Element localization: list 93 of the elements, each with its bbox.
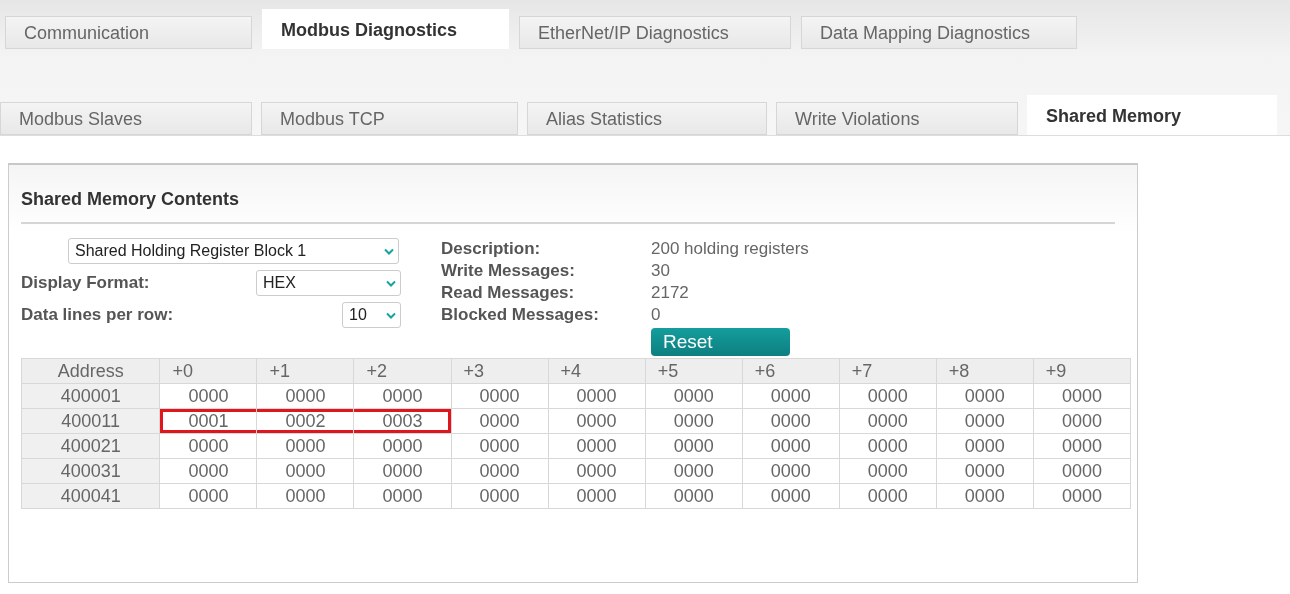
info-value: 2172 <box>651 282 690 304</box>
table-cell: 0000 <box>839 408 937 434</box>
table-cell: 0000 <box>159 433 257 459</box>
tab[interactable]: Modbus Diagnostics <box>262 9 509 49</box>
info-value: 200 holding registers <box>651 238 809 260</box>
info-label: Blocked Messages: <box>441 304 600 326</box>
chevron-icon <box>386 279 396 287</box>
tab[interactable]: Write Violations <box>776 102 1018 135</box>
table-cell: 0000 <box>645 483 743 509</box>
table-cell: 400001 <box>21 383 160 409</box>
info-label: Description: <box>441 238 542 260</box>
table-cell: 0000 <box>1033 483 1131 509</box>
table-cell: 0000 <box>742 383 840 409</box>
table-cell: 0000 <box>256 458 354 484</box>
column-header: +3 <box>451 358 549 384</box>
table-cell: 0000 <box>1033 383 1131 409</box>
table-cell: 0000 <box>159 458 257 484</box>
column-header: +7 <box>839 358 937 384</box>
panel-title: Shared Memory Contents <box>21 189 240 210</box>
table-cell: 0000 <box>548 433 646 459</box>
table-cell: 0000 <box>354 383 452 409</box>
table-cell: 0000 <box>936 408 1034 434</box>
tab[interactable]: Alias Statistics <box>527 102 767 135</box>
table-cell: 0000 <box>839 383 937 409</box>
table-cell: 0000 <box>159 483 257 509</box>
table-cell: 0000 <box>451 483 549 509</box>
table-cell: 0000 <box>159 383 257 409</box>
table-cell: 0000 <box>451 383 549 409</box>
table-cell: 0000 <box>936 383 1034 409</box>
column-header: +8 <box>936 358 1034 384</box>
table-cell: 0000 <box>742 408 840 434</box>
table-cell: 400031 <box>21 458 160 484</box>
table-cell: 0000 <box>451 458 549 484</box>
table-cell: 0000 <box>256 483 354 509</box>
table-cell: 0000 <box>1033 408 1131 434</box>
tab[interactable]: Communication <box>5 16 252 49</box>
column-header: +5 <box>645 358 743 384</box>
lines-dropdown[interactable]: 10 <box>342 302 401 328</box>
table-cell: 0000 <box>936 458 1034 484</box>
table-cell: 400041 <box>21 483 160 509</box>
chevron-icon <box>386 311 396 319</box>
format-dropdown[interactable]: HEX <box>256 270 401 296</box>
table-cell: 0000 <box>645 408 743 434</box>
chevron-icon <box>384 247 394 255</box>
table-cell: 0000 <box>1033 433 1131 459</box>
table-cell: 0000 <box>936 483 1034 509</box>
table-cell: 0000 <box>354 458 452 484</box>
field-label: Display Format: <box>21 273 150 293</box>
column-header: +4 <box>548 358 646 384</box>
table-cell: 400021 <box>21 433 160 459</box>
table-cell: 0003 <box>354 408 452 434</box>
table-cell: 400011 <box>21 408 160 434</box>
table-cell: 0001 <box>159 408 257 434</box>
table-cell: 0000 <box>645 383 743 409</box>
table-cell: 0000 <box>548 483 646 509</box>
table-cell: 0000 <box>742 483 840 509</box>
table-cell: 0002 <box>256 408 354 434</box>
info-label: Write Messages: <box>441 260 576 282</box>
column-header: +6 <box>742 358 840 384</box>
table-cell: 0000 <box>839 458 937 484</box>
table-cell: 0000 <box>548 408 646 434</box>
table-cell: 0000 <box>1033 458 1131 484</box>
tab[interactable]: Modbus TCP <box>261 102 518 135</box>
table-cell: 0000 <box>354 433 452 459</box>
info-value: 30 <box>651 260 671 282</box>
column-header: Address <box>21 358 160 384</box>
table-cell: 0000 <box>548 383 646 409</box>
info-value: 0 <box>651 304 662 326</box>
tab[interactable]: Shared Memory <box>1027 95 1277 135</box>
table-cell: 0000 <box>256 383 354 409</box>
column-header: +0 <box>159 358 257 384</box>
table-cell: 0000 <box>645 433 743 459</box>
tab[interactable]: Modbus Slaves <box>0 102 252 135</box>
tab[interactable]: Data Mapping Diagnostics <box>801 16 1077 49</box>
reset-button[interactable]: Reset <box>651 328 790 356</box>
column-header: +1 <box>256 358 354 384</box>
table-cell: 0000 <box>742 433 840 459</box>
table-cell: 0000 <box>839 433 937 459</box>
tab[interactable]: EtherNet/IP Diagnostics <box>519 16 791 49</box>
table-cell: 0000 <box>936 433 1034 459</box>
table-cell: 0000 <box>742 458 840 484</box>
table-cell: 0000 <box>354 483 452 509</box>
table-cell: 0000 <box>256 433 354 459</box>
table-cell: 0000 <box>451 433 549 459</box>
field-label: Data lines per row: <box>21 305 174 325</box>
column-header: +2 <box>354 358 452 384</box>
table-cell: 0000 <box>548 458 646 484</box>
info-label: Read Messages: <box>441 282 576 304</box>
table-cell: 0000 <box>451 408 549 434</box>
table-cell: 0000 <box>839 483 937 509</box>
block-dropdown[interactable]: Shared Holding Register Block 1 <box>68 238 399 264</box>
table-cell: 0000 <box>645 458 743 484</box>
column-header: +9 <box>1033 358 1131 384</box>
